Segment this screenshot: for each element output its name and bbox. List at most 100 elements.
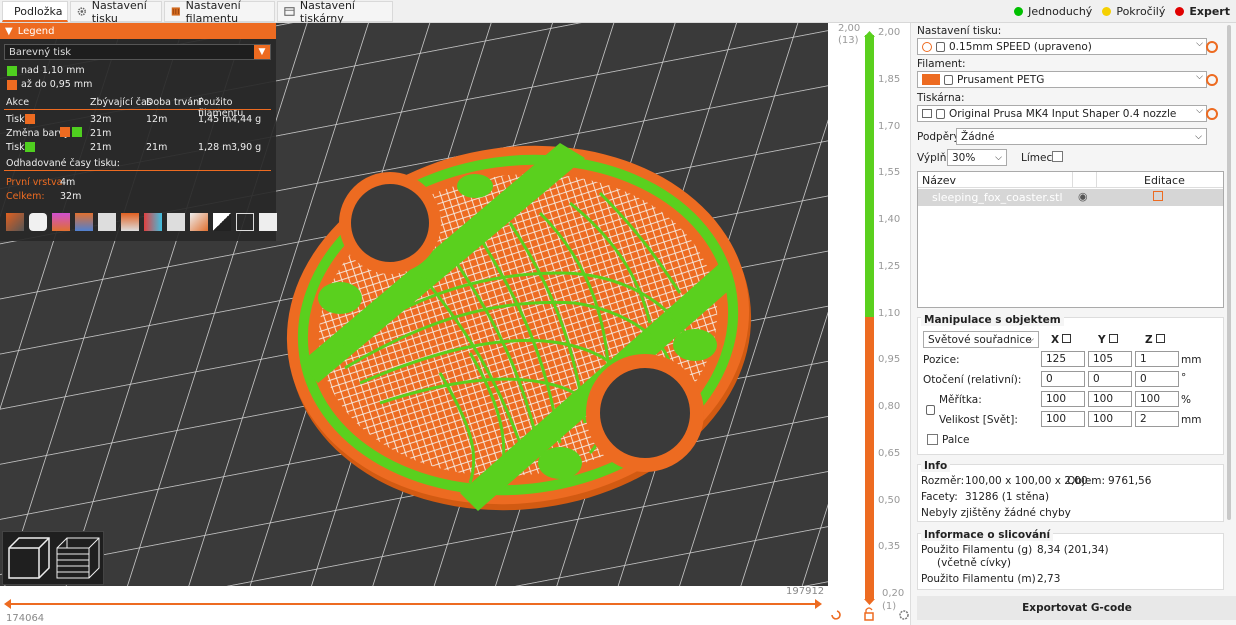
used-m-label: Použito Filamentu (m) <box>921 573 1036 585</box>
total-value: 32m <box>60 191 82 202</box>
layer-tick-label: 2,00 <box>878 27 901 38</box>
custom-gcode-icon[interactable] <box>190 213 208 231</box>
position-z-input[interactable]: 1 <box>1135 351 1179 367</box>
column-header-name: Název <box>922 174 957 187</box>
edit-preset-icon[interactable] <box>1206 108 1218 120</box>
eye-icon[interactable]: ◉ <box>1078 190 1088 203</box>
row-weight: 3,90 g <box>231 142 262 153</box>
export-label: Exportovat G-code <box>1022 602 1132 614</box>
size-x-input[interactable]: 100 <box>1041 411 1085 427</box>
coordinate-system-value: Světové souřadnice <box>928 333 1032 346</box>
color-swatch <box>25 142 35 152</box>
shells-icon[interactable] <box>236 213 254 231</box>
print-settings-combo[interactable]: 0.15mm SPEED (upraveno) ⌵ <box>917 38 1207 55</box>
vertical-layer-slider[interactable]: 2,00 (13) 2,00 1,85 1,70 1,55 1,40 1,25 1,10 0,… <box>828 23 910 625</box>
undo-arrow-icon[interactable] <box>831 610 841 620</box>
layer-tick-label: 1,70 <box>878 120 901 132</box>
sidebar-panel: Nastavení tisku: 0.15mm SPEED (upraveno)… <box>910 23 1236 625</box>
wipe-icon[interactable] <box>29 213 47 231</box>
range-label: až do 0,95 mm <box>21 79 93 90</box>
size-z-input[interactable]: 2 <box>1135 411 1179 427</box>
range-row: nad 1,10 mm <box>7 65 85 76</box>
seams-icon[interactable] <box>98 213 116 231</box>
mode-label: Pokročilý <box>1116 5 1166 18</box>
view-layers-icon[interactable] <box>56 537 100 579</box>
mode-simple[interactable]: Jednoduchý <box>1014 5 1092 18</box>
size-unit: mm <box>1181 414 1202 426</box>
col-header-action: Akce <box>6 97 30 108</box>
dropdown-arrow-icon: ▼ <box>254 45 270 59</box>
upper-range-fill <box>865 35 874 317</box>
info-title: Info <box>921 460 951 472</box>
inches-checkbox[interactable] <box>927 434 938 445</box>
deretractions-icon[interactable] <box>75 213 93 231</box>
position-y-input[interactable]: 105 <box>1088 351 1132 367</box>
edit-preset-icon[interactable] <box>1206 41 1218 53</box>
export-gcode-button[interactable]: Exportovat G-code <box>917 596 1236 620</box>
scale-y-input[interactable]: 100 <box>1088 391 1132 407</box>
chevron-down-icon: ⌵ <box>1196 106 1203 116</box>
printer-combo[interactable]: Original Prusa MK4 Input Shaper 0.4 nozz… <box>917 105 1207 122</box>
row-remaining: 21m <box>90 128 112 139</box>
layer-tick-label: 1,85 <box>878 73 901 85</box>
scale-z-input[interactable]: 100 <box>1135 391 1179 407</box>
preview-canvas[interactable]: ▼ Legend Barevný tisk ▼ nad 1,10 mm až d… <box>0 23 828 586</box>
view-type-select[interactable]: Barevný tisk ▼ <box>4 44 271 60</box>
size-y-input[interactable]: 100 <box>1088 411 1132 427</box>
lock-icon <box>936 108 945 119</box>
tab-filament-settings[interactable]: Nastavení filamentu <box>164 0 275 25</box>
used-g-label: Použito Filamentu (g) <box>921 544 1033 556</box>
mode-advanced[interactable]: Pokročilý <box>1102 5 1165 18</box>
lock-icon[interactable] <box>864 607 874 621</box>
edit-preset-icon[interactable] <box>1206 74 1218 86</box>
filament-combo[interactable]: Prusament PETG ⌵ <box>917 71 1207 88</box>
legend-header[interactable]: ▼ Legend <box>0 23 276 39</box>
rotation-z-input[interactable]: 0 <box>1135 371 1179 387</box>
printer-label: Tiskárna: <box>917 92 965 104</box>
tool-marker-icon[interactable] <box>259 213 277 231</box>
sidebar-scrollbar[interactable] <box>1227 25 1231 520</box>
range-row: až do 0,95 mm <box>7 79 92 90</box>
mode-dot-icon <box>1014 7 1024 16</box>
tab-printer-settings[interactable]: Nastavení tiskárny <box>277 0 393 25</box>
layer-tick-label: 1,10 <box>878 307 901 319</box>
color-changes-icon[interactable] <box>144 213 162 231</box>
cog-icon[interactable] <box>899 610 909 620</box>
rotation-x-input[interactable]: 0 <box>1041 371 1085 387</box>
edit-icon[interactable] <box>1153 191 1163 201</box>
infill-combo[interactable]: 30% ⌵ <box>947 149 1007 166</box>
tab-plater[interactable]: Podložka <box>2 1 68 22</box>
color-swatch <box>72 127 82 137</box>
lock-icon[interactable] <box>926 405 935 415</box>
object-row[interactable]: sleeping_fox_coaster.stl ◉ <box>918 189 1223 206</box>
position-x-input[interactable]: 125 <box>1041 351 1085 367</box>
scale-x-input[interactable]: 100 <box>1041 391 1085 407</box>
lock-icon <box>936 41 945 52</box>
supports-combo[interactable]: Žádné ⌵ <box>956 128 1207 145</box>
filament-color-swatch <box>922 74 940 85</box>
chevron-down-icon: ⌵ <box>1027 334 1034 345</box>
tab-print-settings[interactable]: Nastavení tisku <box>70 0 162 25</box>
rotation-y-input[interactable]: 0 <box>1088 371 1132 387</box>
travel-icon[interactable] <box>6 213 24 231</box>
tool-changes-icon[interactable] <box>121 213 139 231</box>
axis-z-icon <box>1156 334 1165 343</box>
facets-value: 31286 (1 stěna) <box>965 491 1050 503</box>
center-of-gravity-icon[interactable] <box>213 213 231 231</box>
pause-prints-icon[interactable] <box>167 213 185 231</box>
retractions-icon[interactable] <box>52 213 70 231</box>
used-g-value: 8,34 (201,34) <box>1037 544 1109 556</box>
axis-y-label: Y <box>1098 334 1106 346</box>
row-length: 1,28 m <box>198 142 232 153</box>
inches-label: Palce <box>942 434 970 446</box>
mode-expert[interactable]: Expert <box>1175 5 1230 18</box>
color-swatch <box>60 127 70 137</box>
layer-tick-label: 0,50 <box>878 494 901 506</box>
coordinate-system-combo[interactable]: Světové souřadnice ⌵ <box>923 331 1039 348</box>
print-settings-value: 0.15mm SPEED (upraveno) <box>949 40 1092 53</box>
tab-label: Podložka <box>14 4 63 18</box>
color-swatch <box>25 114 35 124</box>
view-3d-icon[interactable] <box>8 537 50 579</box>
horizontal-slider[interactable]: 174064 197912 <box>0 586 910 625</box>
brim-checkbox[interactable] <box>1052 151 1063 162</box>
